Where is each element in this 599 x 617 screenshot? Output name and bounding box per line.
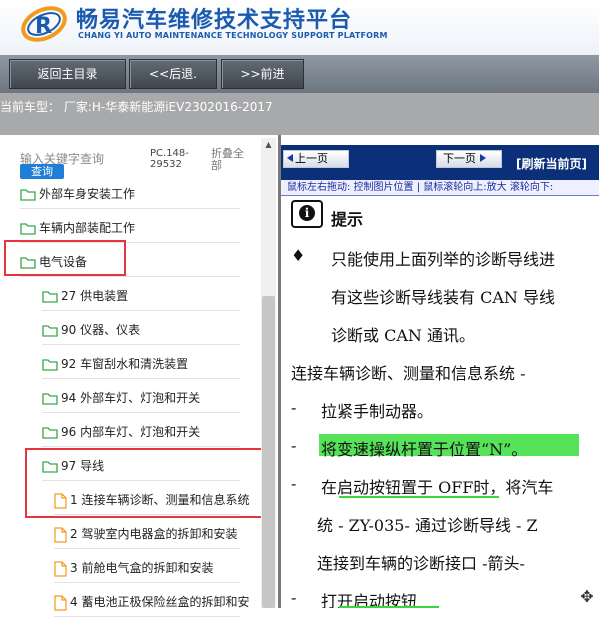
tree-item-label: 车辆内部装配工作	[39, 221, 136, 235]
folder-icon	[42, 393, 58, 405]
green-underline	[339, 496, 499, 498]
tree-item-label: 4 蓄电池正极保险丝盒的拆卸和安	[70, 595, 250, 609]
doc-line: 连接车辆诊断、测量和信息系统 -	[291, 364, 526, 383]
doc-line: 诊断或 CAN 通讯。	[331, 326, 475, 345]
doc-line: 只能使用上面列举的诊断导线进	[331, 250, 556, 269]
tree-doc-item[interactable]: 4 蓄电池正极保险丝盒的拆卸和安	[54, 591, 260, 613]
doc-line: 打开启动按钮	[321, 592, 418, 608]
dash-marker: -	[291, 588, 297, 607]
document-page: i 提示 ♦ 只能使用上面列举的诊断导线进 有这些诊断导线装有 CAN 导线 诊…	[281, 196, 599, 608]
highlight-box-electrical	[4, 240, 126, 276]
logo-letter: R	[35, 14, 52, 39]
vehicle-model-bar: 当前车型： 厂家:H-华泰新能源iEV2302016-2017	[0, 93, 599, 135]
tree-item-label: 27 供电装置	[61, 289, 129, 303]
tree-item-label: 3 前舱电气盒的拆卸和安装	[70, 561, 214, 575]
page-navigation-bar: 上一页 下一页 [刷新当前页]	[281, 145, 599, 180]
tree-doc-item[interactable]: 3 前舱电气盒的拆卸和安装	[54, 557, 260, 579]
info-icon: i	[291, 200, 323, 228]
tree-separator	[42, 310, 240, 311]
tree-item-label: 94 外部车灯、灯泡和开关	[61, 391, 201, 405]
tree-separator	[20, 208, 240, 209]
document-icon	[54, 560, 67, 577]
refresh-page-button[interactable]: [刷新当前页]	[516, 155, 587, 172]
scrollbar-thumb[interactable]	[262, 296, 275, 608]
current-vehicle-model: 当前车型： 厂家:H-华泰新能源iEV2302016-2017	[0, 100, 273, 114]
doc-line: 将变速操纵杆置于位置“N”。	[321, 440, 528, 459]
tree-item-label: 96 内部车灯、灯泡和开关	[61, 425, 201, 439]
tree-separator	[42, 446, 240, 447]
tree-folder-item[interactable]: 92 车窗刮水和清洗装置	[42, 353, 260, 375]
highlight-box-wiring	[25, 448, 265, 518]
prev-page-label: 上一页	[295, 152, 328, 165]
viewer-hint: 鼠标左右拖动: 控制图片位置 | 鼠标滚轮向上:放大 滚轮向下:	[281, 180, 599, 196]
tree-folder-item[interactable]: 外部车身安装工作	[20, 183, 260, 205]
folder-icon	[42, 325, 58, 337]
tree-folder-item[interactable]: 27 供电装置	[42, 285, 260, 307]
arrow-right-icon	[480, 154, 486, 162]
app-header: R 畅易汽车维修技术支持平台 CHANG YI AUTO MAINTENANCE…	[0, 0, 599, 55]
tree-separator	[42, 344, 240, 345]
arrow-left-icon	[287, 154, 293, 162]
home-button[interactable]: 返回主目录	[9, 59, 126, 89]
tree-folder-item[interactable]: 94 外部车灯、灯泡和开关	[42, 387, 260, 409]
search-button[interactable]: 查询	[20, 164, 64, 179]
prev-page-button[interactable]: 上一页	[283, 150, 349, 168]
tip-title: 提示	[331, 210, 364, 229]
tree-folder-item[interactable]: 96 内部车灯、灯泡和开关	[42, 421, 260, 443]
next-page-label: 下一页	[443, 152, 476, 165]
tree-separator	[54, 582, 240, 583]
move-cursor-icon: ✥	[580, 587, 594, 606]
platform-title: 畅易汽车维修技术支持平台	[76, 8, 353, 33]
doc-line: 拉紧手制动器。	[321, 402, 434, 421]
tree-folder-item[interactable]: 90 仪器、仪表	[42, 319, 260, 341]
tree-item-label: 92 车窗刮水和清洗装置	[61, 357, 189, 371]
tree-separator	[42, 412, 240, 413]
folder-icon	[42, 359, 58, 371]
dash-marker: -	[291, 398, 297, 417]
doc-line: 连接到车辆的诊断接口 -箭头-	[317, 554, 525, 573]
document-icon	[54, 526, 67, 543]
viewer-top-strip	[281, 135, 599, 145]
document-icon	[54, 594, 67, 611]
main-toolbar: 返回主目录 <<后退. >>前进	[0, 55, 599, 93]
document-viewer: 上一页 下一页 [刷新当前页] 鼠标左右拖动: 控制图片位置 | 鼠标滚轮向上:…	[281, 135, 599, 608]
info-icon-glyph: i	[299, 205, 315, 221]
tree-separator	[54, 548, 240, 549]
collapse-all-button[interactable]: 折叠全部	[211, 148, 245, 172]
next-page-button[interactable]: 下一页	[436, 150, 502, 168]
tree-doc-item[interactable]: 2 驾驶室内电器盒的拆卸和安装	[54, 523, 260, 545]
dash-marker: -	[291, 474, 297, 493]
folder-icon	[20, 223, 36, 235]
forward-button[interactable]: >>前进	[221, 59, 304, 89]
tree-separator	[20, 276, 240, 277]
tree-separator	[42, 378, 240, 379]
tree-item-label: 90 仪器、仪表	[61, 323, 141, 337]
doc-line: 有这些诊断导线装有 CAN 导线	[331, 288, 555, 307]
tree-item-label: 外部车身安装工作	[39, 187, 136, 201]
back-button[interactable]: <<后退.	[129, 59, 217, 89]
doc-line: 在启动按钮置于 OFF时，将汽车	[321, 478, 554, 497]
bullet-marker: ♦	[291, 246, 306, 265]
doc-line: 统 - ZY-035- 通过诊断导线 - Z	[317, 516, 538, 535]
folder-icon	[42, 427, 58, 439]
folder-icon	[20, 189, 36, 201]
logo-icon: R	[21, 6, 67, 42]
dash-marker: -	[291, 436, 297, 455]
pc-code: PC.148-29532	[150, 148, 189, 170]
platform-subtitle: CHANG YI AUTO MAINTENANCE TECHNOLOGY SUP…	[78, 31, 388, 40]
tree-item-label: 2 驾驶室内电器盒的拆卸和安装	[70, 527, 238, 541]
scroll-up-icon[interactable]: ▲	[261, 140, 276, 152]
folder-icon	[42, 291, 58, 303]
tree-folder-item[interactable]: 车辆内部装配工作	[20, 217, 260, 239]
